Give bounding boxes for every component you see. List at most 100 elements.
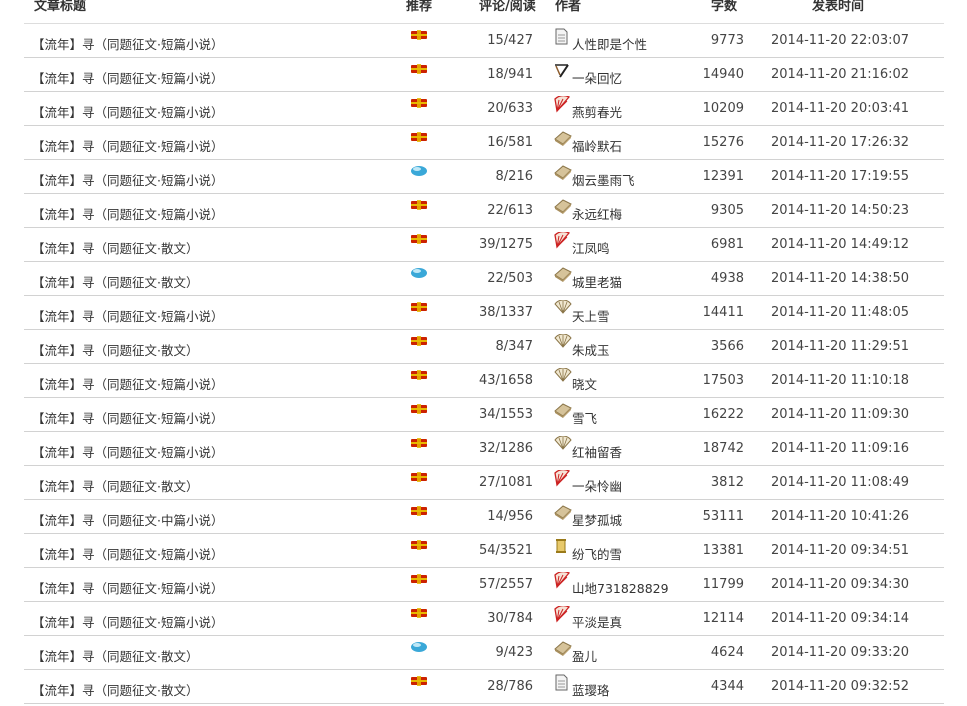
author-link[interactable]: 人性即是个性 [572, 34, 647, 53]
comments-reads-count: 57/2557 [478, 577, 533, 592]
red-bar-icon [410, 199, 428, 210]
author-link[interactable]: 星梦孤城 [572, 510, 622, 529]
paper-fan-icon [554, 299, 572, 317]
author-link[interactable]: 天上雪 [572, 306, 610, 325]
table-header: 文章标题 推荐 评论/阅读 作者 字数 发表时间 [0, 0, 967, 23]
table-row: 【流年】寻（同题征文·短篇小说） 54/3521 纷飞的雪 13381 2014… [24, 534, 944, 568]
article-title-link[interactable]: 【流年】寻（同题征文·短篇小说） [32, 34, 223, 53]
table-row: 【流年】寻（同题征文·中篇小说） 14/956 星梦孤城 53111 2014-… [24, 500, 944, 534]
article-title-link[interactable]: 【流年】寻（同题征文·短篇小说） [32, 204, 223, 223]
red-fan-icon [554, 94, 571, 113]
publish-time: 2014-11-20 11:09:30 [771, 407, 910, 422]
word-count: 18742 [702, 441, 744, 456]
word-count: 4938 [710, 271, 744, 286]
table-row: 【流年】寻（同题征文·短篇小说） 57/2557 山地731828829 117… [24, 568, 944, 602]
blue-gem-icon [410, 165, 428, 176]
red-bar-icon [410, 437, 428, 448]
publish-time: 2014-11-20 11:29:51 [771, 339, 910, 354]
author-link[interactable]: 纷飞的雪 [572, 544, 622, 563]
article-list-page: 文章标题 推荐 评论/阅读 作者 字数 发表时间 【流年】寻（同题征文·短篇小说… [0, 0, 967, 706]
article-title-link[interactable]: 【流年】寻（同题征文·短篇小说） [32, 544, 223, 563]
publish-time: 2014-11-20 14:49:12 [771, 237, 910, 252]
header-title[interactable]: 文章标题 [34, 0, 86, 14]
author-link[interactable]: 盈儿 [572, 646, 597, 665]
header-words[interactable]: 字数 [711, 0, 737, 14]
author-link[interactable]: 烟云墨雨飞 [572, 170, 635, 189]
publish-time: 2014-11-20 10:41:26 [771, 509, 910, 524]
article-table-body: 【流年】寻（同题征文·短篇小说） 15/427 人性即是个性 9773 2014… [24, 24, 944, 704]
red-bar-icon [410, 607, 428, 618]
author-link[interactable]: 永远红梅 [572, 204, 622, 223]
header-author[interactable]: 作者 [555, 0, 581, 14]
table-row: 【流年】寻（同题征文·散文） 22/503 城里老猫 4938 2014-11-… [24, 262, 944, 296]
word-count: 4624 [710, 645, 744, 660]
table-row: 【流年】寻（同题征文·散文） 28/786 蓝璎珞 4344 2014-11-2… [24, 670, 944, 704]
word-count: 11799 [702, 577, 744, 592]
header-recommend[interactable]: 推荐 [406, 0, 432, 14]
author-link[interactable]: 山地731828829 [572, 578, 669, 597]
red-bar-icon [410, 403, 428, 414]
header-comments-reads[interactable]: 评论/阅读 [479, 0, 536, 14]
author-link[interactable]: 蓝璎珞 [572, 680, 610, 699]
table-row: 【流年】寻（同题征文·短篇小说） 15/427 人性即是个性 9773 2014… [24, 24, 944, 58]
author-link[interactable]: 江凤鸣 [572, 238, 610, 257]
blue-gem-icon [410, 267, 428, 278]
article-title-link[interactable]: 【流年】寻（同题征文·散文） [32, 680, 198, 699]
publish-time: 2014-11-20 09:34:30 [771, 577, 910, 592]
book-icon [554, 164, 572, 181]
comments-reads-count: 20/633 [487, 101, 533, 116]
table-row: 【流年】寻（同题征文·散文） 8/347 朱成玉 3566 2014-11-20… [24, 330, 944, 364]
article-title-link[interactable]: 【流年】寻（同题征文·散文） [32, 646, 198, 665]
article-title-link[interactable]: 【流年】寻（同题征文·中篇小说） [32, 510, 223, 529]
author-link[interactable]: 雪飞 [572, 408, 597, 427]
comments-reads-count: 38/1337 [478, 305, 533, 320]
article-title-link[interactable]: 【流年】寻（同题征文·散文） [32, 476, 198, 495]
word-count: 16222 [702, 407, 744, 422]
article-title-link[interactable]: 【流年】寻（同题征文·短篇小说） [32, 442, 223, 461]
author-link[interactable]: 一朵回忆 [572, 68, 622, 87]
publish-time: 2014-11-20 11:48:05 [771, 305, 910, 320]
comments-reads-count: 34/1553 [478, 407, 533, 422]
article-title-link[interactable]: 【流年】寻（同题征文·散文） [32, 238, 198, 257]
article-title-link[interactable]: 【流年】寻（同题征文·散文） [32, 340, 198, 359]
author-link[interactable]: 平淡是真 [572, 612, 622, 631]
comments-reads-count: 32/1286 [478, 441, 533, 456]
article-title-link[interactable]: 【流年】寻（同题征文·散文） [32, 272, 198, 291]
header-time[interactable]: 发表时间 [812, 0, 864, 14]
comments-reads-count: 14/956 [487, 509, 533, 524]
article-title-link[interactable]: 【流年】寻（同题征文·短篇小说） [32, 306, 223, 325]
author-link[interactable]: 红袖留香 [572, 442, 622, 461]
comments-reads-count: 9/423 [495, 645, 533, 660]
article-title-link[interactable]: 【流年】寻（同题征文·短篇小说） [32, 408, 223, 427]
publish-time: 2014-11-20 22:03:07 [771, 33, 910, 48]
article-title-link[interactable]: 【流年】寻（同题征文·短篇小说） [32, 578, 223, 597]
word-count: 14940 [702, 67, 744, 82]
table-row: 【流年】寻（同题征文·散文） 39/1275 江凤鸣 6981 2014-11-… [24, 228, 944, 262]
comments-reads-count: 28/786 [487, 679, 533, 694]
author-link[interactable]: 朱成玉 [572, 340, 610, 359]
red-bar-icon [410, 573, 428, 584]
author-link[interactable]: 福岭默石 [572, 136, 622, 155]
word-count: 12114 [702, 611, 744, 626]
article-title-link[interactable]: 【流年】寻（同题征文·短篇小说） [32, 374, 223, 393]
comments-reads-count: 18/941 [487, 67, 533, 82]
blue-gem-icon [410, 641, 428, 652]
article-title-link[interactable]: 【流年】寻（同题征文·短篇小说） [32, 102, 223, 121]
article-title-link[interactable]: 【流年】寻（同题征文·短篇小说） [32, 612, 223, 631]
author-link[interactable]: 一朵怜幽 [572, 476, 622, 495]
publish-time: 2014-11-20 14:50:23 [771, 203, 910, 218]
author-link[interactable]: 燕剪春光 [572, 102, 622, 121]
article-title-link[interactable]: 【流年】寻（同题征文·短篇小说） [32, 136, 223, 155]
table-row: 【流年】寻（同题征文·短篇小说） 32/1286 红袖留香 18742 2014… [24, 432, 944, 466]
author-link[interactable]: 晓文 [572, 374, 597, 393]
publish-time: 2014-11-20 20:03:41 [771, 101, 910, 116]
red-bar-icon [410, 29, 428, 40]
red-bar-icon [410, 335, 428, 346]
red-bar-icon [410, 233, 428, 244]
table-row: 【流年】寻（同题征文·散文） 9/423 盈儿 4624 2014-11-20 … [24, 636, 944, 670]
publish-time: 2014-11-20 09:34:14 [771, 611, 910, 626]
article-title-link[interactable]: 【流年】寻（同题征文·短篇小说） [32, 170, 223, 189]
author-link[interactable]: 城里老猫 [572, 272, 622, 291]
publish-time: 2014-11-20 17:26:32 [771, 135, 910, 150]
article-title-link[interactable]: 【流年】寻（同题征文·短篇小说） [32, 68, 223, 87]
